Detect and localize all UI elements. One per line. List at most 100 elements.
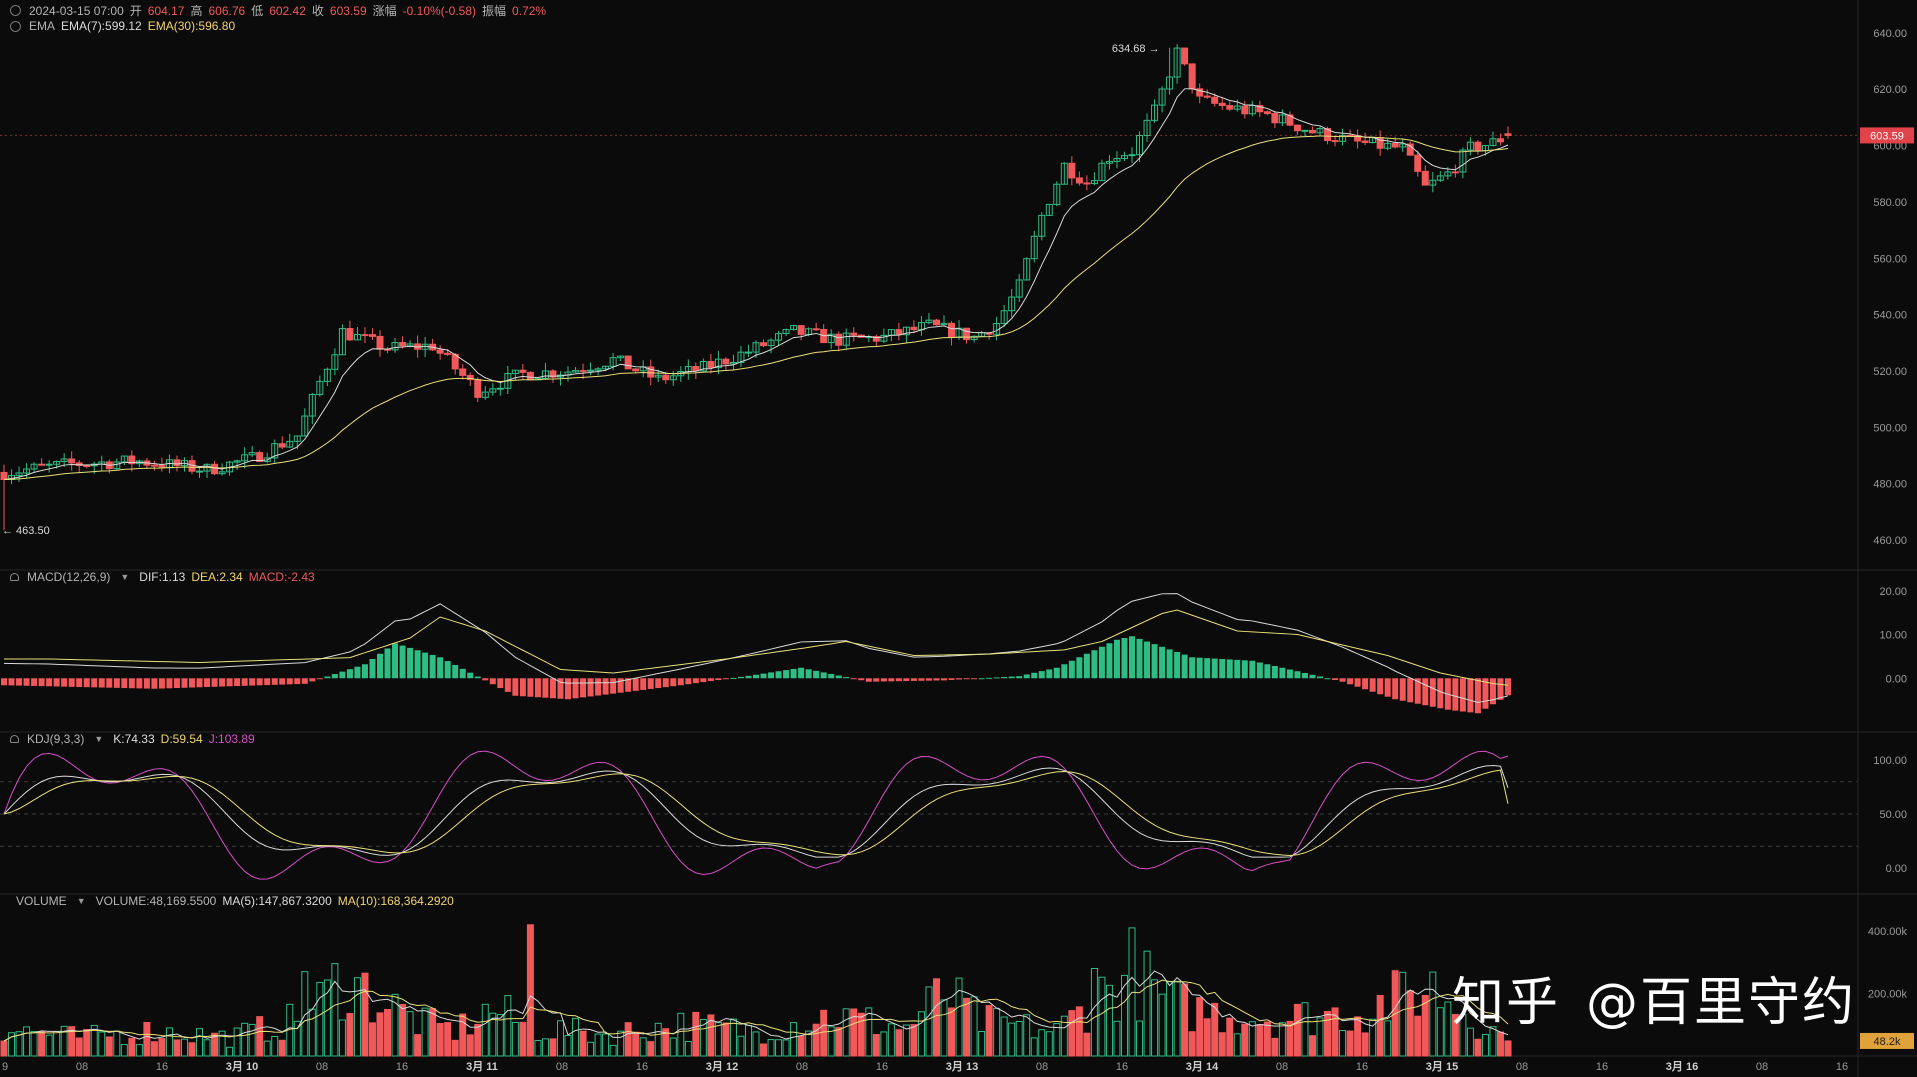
volume-bar (406, 1011, 414, 1057)
volume-bar (835, 1027, 843, 1057)
candle-body (1075, 177, 1083, 184)
macd-histogram-bar (783, 670, 790, 679)
macd-histogram-bar (211, 678, 218, 687)
chevron-down-icon[interactable]: ▼ (94, 734, 103, 744)
volume-bar (1301, 1002, 1309, 1057)
volume-bar (632, 1031, 640, 1057)
time-tick-label: 16 (1356, 1061, 1368, 1073)
macd-histogram-bar (768, 672, 775, 679)
volume-bar (1361, 1032, 1369, 1057)
chevron-down-icon[interactable]: ▼ (77, 896, 86, 906)
candle-body (1218, 102, 1226, 107)
volume-bar (1136, 1020, 1144, 1057)
high-label: 高 (190, 4, 203, 18)
candle-body (1301, 129, 1309, 132)
volume-bar (917, 1011, 925, 1057)
candle-body (895, 329, 903, 336)
volume-bar (737, 1035, 745, 1057)
volume-bar (429, 1008, 437, 1057)
macd-histogram-bar (632, 678, 639, 691)
volume-bar (165, 1027, 173, 1057)
change-label: 涨幅 (372, 4, 397, 18)
eye-icon[interactable] (10, 20, 21, 32)
volume-bar (436, 1023, 444, 1057)
chart-canvas[interactable]: 634.68 →← 463.50 640.00620.00600.00580.0… (0, 0, 1917, 1077)
alert-bell-icon[interactable] (10, 735, 19, 743)
candle-body (744, 351, 752, 354)
ema7-line (3, 88, 1509, 480)
volume-bar (353, 977, 361, 1057)
ema30-line (3, 135, 1509, 480)
macd-histogram-bar (925, 678, 932, 681)
volume-bar (459, 1013, 467, 1057)
time-tick-label: 3月 15 (1426, 1060, 1458, 1073)
macd-histogram-bar (1301, 673, 1308, 679)
macd-histogram-bar (437, 657, 444, 679)
candle-body (83, 464, 91, 467)
macd-value: MACD:-2.43 (248, 570, 315, 584)
volume-name[interactable]: VOLUME (16, 894, 67, 908)
volume-bar (932, 978, 940, 1057)
macd-histogram-bar (880, 678, 887, 682)
candle-body (1271, 113, 1279, 124)
open-label: 开 (129, 4, 142, 18)
macd-histogram-bar (910, 678, 917, 681)
macd-histogram-bar (166, 678, 173, 689)
macd-histogram-bar (226, 678, 233, 687)
volume-bar (368, 1022, 376, 1057)
time-tick-label: 3月 12 (706, 1060, 738, 1073)
macd-histogram-bar (1362, 678, 1369, 690)
macd-histogram-bar (286, 678, 293, 685)
volume-bar (624, 1022, 632, 1057)
macd-histogram-bar (707, 678, 714, 682)
candle-body (1068, 162, 1076, 179)
macd-histogram-bar (324, 676, 331, 679)
macd-histogram-bar (128, 678, 135, 689)
macd-histogram-bar (1294, 671, 1301, 679)
macd-histogram-bar (1046, 669, 1053, 679)
volume-bar (1151, 979, 1159, 1057)
volume-bar (135, 1044, 143, 1057)
alert-bell-icon[interactable] (10, 573, 19, 581)
volume-bar (23, 1026, 31, 1057)
candle-body (1203, 95, 1211, 98)
volume-bar (1015, 1020, 1023, 1057)
volume-bar (414, 1034, 422, 1057)
macd-histogram-bar (1459, 678, 1466, 712)
candle-body (1496, 138, 1504, 143)
macd-histogram-bar (158, 678, 165, 689)
volume-bar (278, 1039, 286, 1057)
macd-histogram-bar (241, 678, 248, 686)
volume-bar (1481, 1033, 1489, 1057)
chevron-down-icon[interactable]: ▼ (120, 572, 129, 582)
eye-icon[interactable] (10, 5, 21, 16)
volume-ma5-line (3, 970, 1509, 1042)
volume-bar (248, 1023, 256, 1057)
time-tick-label: 16 (636, 1061, 648, 1073)
volume-bar (113, 1030, 121, 1057)
macd-histogram-bar (196, 678, 203, 688)
kdj-name[interactable]: KDJ(9,3,3) (27, 732, 84, 746)
volume-bar (1339, 1030, 1347, 1057)
macd-histogram-bar (1113, 639, 1120, 679)
macd-histogram-bar (986, 677, 993, 679)
macd-name[interactable]: MACD(12,26,9) (27, 570, 110, 584)
macd-histogram-bar (16, 678, 23, 686)
volume-bar (496, 1014, 504, 1057)
change-value: -0.10%(-0.58) (402, 3, 477, 18)
volume-bar (1053, 1023, 1061, 1057)
macd-histogram-bar (978, 678, 985, 680)
volume-bar (880, 1031, 888, 1057)
volume-bar (1384, 1020, 1392, 1057)
volume-bar (1354, 1016, 1362, 1057)
volume-bar (752, 1031, 760, 1057)
macd-histogram-bar (339, 671, 346, 679)
macd-histogram-bar (662, 678, 669, 688)
macd-panel (1, 593, 1511, 714)
ema-name[interactable]: EMA (29, 19, 55, 33)
volume-bar (1143, 950, 1151, 1057)
candle-body (68, 458, 76, 464)
volume-bar (541, 1038, 549, 1057)
macd-histogram-bar (482, 678, 489, 681)
macd-histogram-bar (1429, 678, 1436, 707)
